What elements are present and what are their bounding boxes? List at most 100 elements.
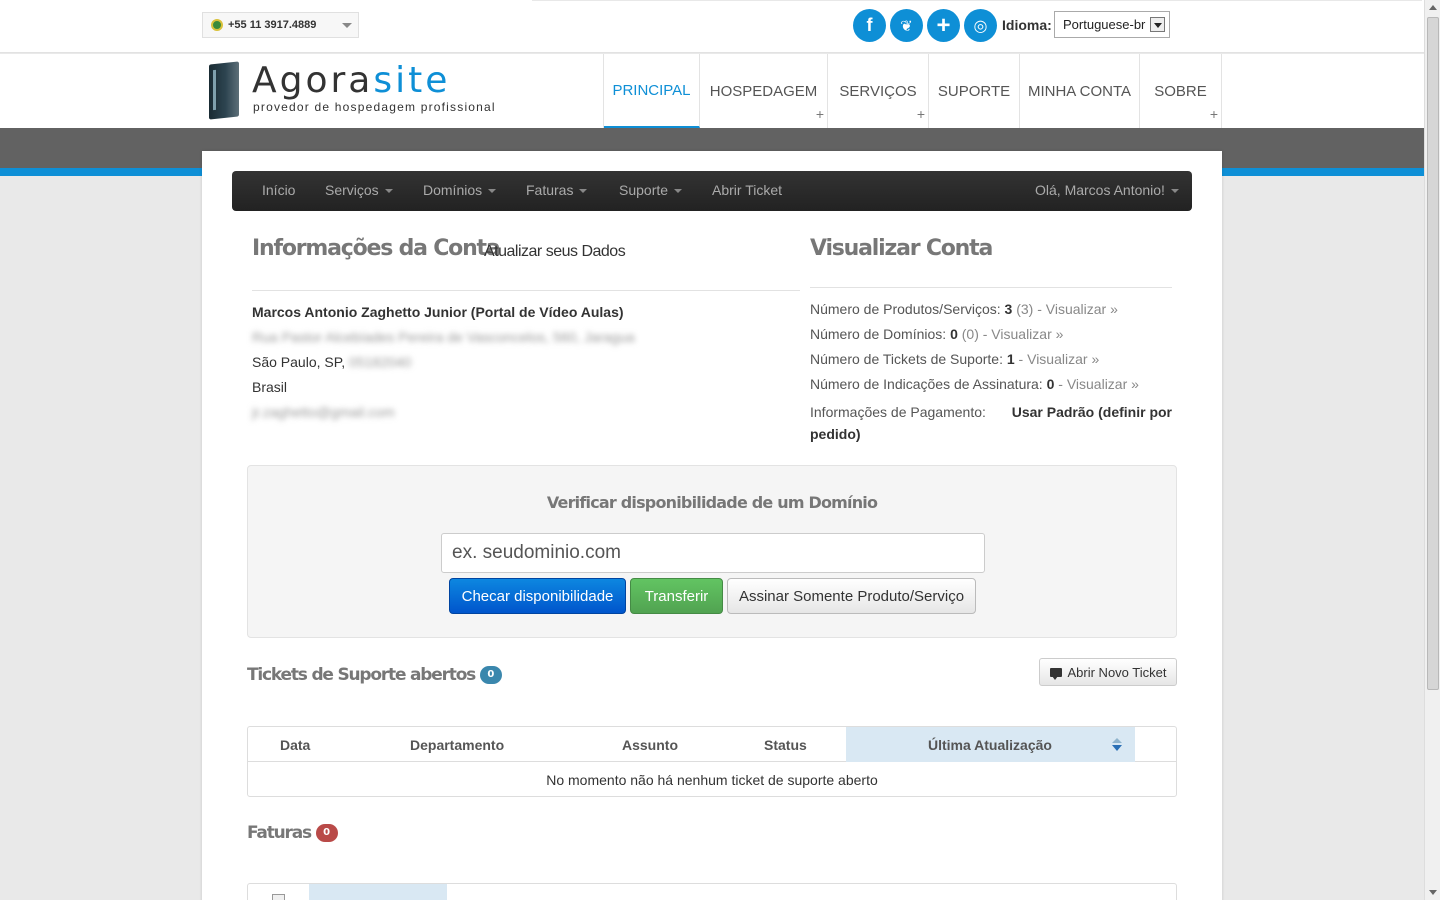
logo-tagline: provedor de hospedagem profissional bbox=[253, 100, 496, 114]
account-address: Rua Pastor Alcebíades Pereira de Vasconc… bbox=[252, 329, 635, 345]
nav-servicos[interactable]: SERVIÇOS + bbox=[828, 54, 929, 128]
col-assunto[interactable]: Assunto bbox=[622, 737, 678, 753]
account-city: São Paulo, SP, 05182040 bbox=[252, 354, 411, 370]
view-tickets-link[interactable]: - Visualizar » bbox=[1015, 351, 1100, 367]
stat-label: Número de Produtos/Serviços: bbox=[810, 301, 1005, 317]
stat-products: Número de Produtos/Serviços: 3 (3) - Vis… bbox=[810, 301, 1118, 317]
payment-value-cont: pedido) bbox=[810, 426, 861, 442]
caret-down-icon bbox=[1170, 189, 1179, 194]
select-all-checkbox[interactable] bbox=[272, 894, 285, 900]
subnav-abrir-ticket[interactable]: Abrir Ticket bbox=[712, 182, 782, 198]
account-email: jr.zaghetto@gmail.com bbox=[252, 404, 395, 420]
transfer-button[interactable]: Transferir bbox=[630, 578, 723, 614]
view-products-link[interactable]: - Visualizar » bbox=[1033, 301, 1118, 317]
language-select[interactable]: Portuguese-br bbox=[1054, 11, 1170, 38]
chevron-down-icon bbox=[342, 23, 352, 28]
brazil-flag-icon bbox=[211, 19, 223, 31]
language-value: Portuguese-br bbox=[1063, 17, 1146, 32]
client-subnav: Início Serviços Domínios Faturas Suporte… bbox=[232, 171, 1192, 211]
logo-text[interactable]: Agorasite bbox=[252, 60, 450, 101]
main-nav: PRINCIPAL HOSPEDAGEM + SERVIÇOS + SUPORT… bbox=[603, 54, 1222, 128]
invoices-title: Faturas 0 bbox=[247, 823, 338, 843]
stat-label: Número de Domínios: bbox=[810, 326, 951, 342]
stat-label: Número de Indicações de Assinatura: bbox=[810, 376, 1047, 392]
subnav-label: Domínios bbox=[423, 182, 483, 198]
nav-hospedagem[interactable]: HOSPEDAGEM + bbox=[700, 54, 828, 128]
scroll-thumb[interactable] bbox=[1427, 17, 1439, 690]
invoices-count-badge: 0 bbox=[315, 824, 338, 842]
zip-code: 05182040 bbox=[349, 354, 412, 370]
site-header: Agorasite provedor de hospedagem profiss… bbox=[0, 54, 1424, 128]
user-menu[interactable]: Olá, Marcos Antonio! bbox=[1035, 182, 1179, 198]
subnav-servicos[interactable]: Serviços bbox=[325, 182, 393, 198]
top-divider bbox=[532, 0, 1422, 1]
tickets-table-header: Data Departamento Assunto Status Última … bbox=[248, 727, 1176, 762]
expand-icon: + bbox=[916, 106, 925, 122]
sort-icon bbox=[1112, 738, 1122, 751]
subnav-label: Suporte bbox=[619, 182, 669, 198]
nav-label: SOBRE bbox=[1154, 82, 1207, 100]
nav-principal[interactable]: PRINCIPAL bbox=[604, 54, 700, 128]
stat-label: Número de Tickets de Suporte: bbox=[810, 351, 1007, 367]
order-product-button[interactable]: Assinar Somente Produto/Serviço bbox=[727, 578, 976, 614]
nav-label: HOSPEDAGEM bbox=[709, 82, 818, 100]
twitter-icon[interactable]: ❦ bbox=[890, 9, 923, 42]
payment-line: Informações de Pagamento: Usar Padrão (de… bbox=[810, 401, 1172, 423]
nav-label: MINHA CONTA bbox=[1027, 82, 1132, 100]
scroll-down-icon[interactable] bbox=[1429, 890, 1437, 895]
stat-count: 0 bbox=[950, 326, 958, 342]
caret-down-icon bbox=[579, 189, 588, 194]
subnav-suporte[interactable]: Suporte bbox=[619, 182, 683, 198]
select-arrow-icon bbox=[1150, 17, 1165, 32]
divider bbox=[252, 290, 800, 291]
view-referrals-link[interactable]: - Visualizar » bbox=[1054, 376, 1139, 392]
col-status[interactable]: Status bbox=[764, 737, 807, 753]
stat-domains: Número de Domínios: 0 (0) - Visualizar » bbox=[810, 326, 1063, 342]
subnav-dominios[interactable]: Domínios bbox=[423, 182, 497, 198]
col-data[interactable]: Data bbox=[280, 737, 310, 753]
tickets-title: Tickets de Suporte abertos 0 bbox=[247, 665, 502, 685]
empty-tickets-message: No momento não há nenhum ticket de supor… bbox=[546, 772, 878, 788]
tickets-title-text: Tickets de Suporte abertos bbox=[247, 665, 476, 685]
domain-check-box: Verificar disponibilidade de um Domínio … bbox=[247, 465, 1177, 638]
facebook-icon[interactable]: f bbox=[853, 9, 886, 42]
city-text: São Paulo, SP, bbox=[252, 354, 350, 370]
view-domains-link[interactable]: - Visualizar » bbox=[979, 326, 1064, 342]
new-ticket-label: Abrir Novo Ticket bbox=[1067, 664, 1167, 680]
nav-minha-conta[interactable]: MINHA CONTA bbox=[1020, 54, 1140, 128]
tickets-table: Data Departamento Assunto Status Última … bbox=[247, 726, 1177, 797]
tickets-count-badge: 0 bbox=[479, 666, 502, 684]
divider bbox=[810, 287, 1172, 288]
caret-down-icon bbox=[488, 189, 497, 194]
comment-icon bbox=[1049, 667, 1062, 680]
caret-down-icon bbox=[384, 189, 393, 194]
stat-extra: (0) bbox=[957, 326, 979, 342]
page-scrollbar[interactable] bbox=[1424, 0, 1440, 900]
col-ultima-atualizacao[interactable]: Última Atualização bbox=[928, 737, 1052, 753]
payment-value: Usar Padrão (definir por bbox=[1011, 404, 1172, 420]
top-utility-bar: +55 11 3917.4889 f ❦ + ◎ Idioma: Portugu… bbox=[0, 0, 1424, 53]
subnav-label: Serviços bbox=[325, 182, 379, 198]
plus-icon[interactable]: + bbox=[927, 9, 960, 42]
account-name: Marcos Antonio Zaghetto Junior (Portal d… bbox=[252, 304, 624, 320]
invoices-table bbox=[247, 883, 1177, 900]
domain-input[interactable]: ex. seudominio.com bbox=[441, 533, 985, 573]
logo-main: Agora bbox=[252, 60, 374, 101]
phone-selector[interactable]: +55 11 3917.4889 bbox=[202, 12, 359, 38]
expand-icon: + bbox=[815, 106, 824, 122]
col-departamento[interactable]: Departamento bbox=[410, 737, 504, 753]
scroll-up-icon[interactable] bbox=[1429, 5, 1437, 10]
update-data-link[interactable]: Atualizar seus Dados bbox=[484, 243, 626, 261]
nav-label: SUPORTE bbox=[937, 82, 1011, 100]
subnav-inicio[interactable]: Início bbox=[262, 182, 295, 198]
rss-icon[interactable]: ◎ bbox=[964, 9, 997, 42]
new-ticket-button[interactable]: Abrir Novo Ticket bbox=[1039, 658, 1177, 686]
subnav-faturas[interactable]: Faturas bbox=[526, 182, 588, 198]
check-availability-button[interactable]: Checar disponibilidade bbox=[449, 578, 626, 614]
nav-label: PRINCIPAL bbox=[612, 81, 691, 99]
nav-suporte[interactable]: SUPORTE bbox=[929, 54, 1020, 128]
nav-sobre[interactable]: SOBRE + bbox=[1140, 54, 1222, 128]
stat-extra: (3) bbox=[1012, 301, 1034, 317]
expand-icon: + bbox=[1209, 106, 1218, 122]
invoices-title-text: Faturas bbox=[247, 823, 312, 843]
